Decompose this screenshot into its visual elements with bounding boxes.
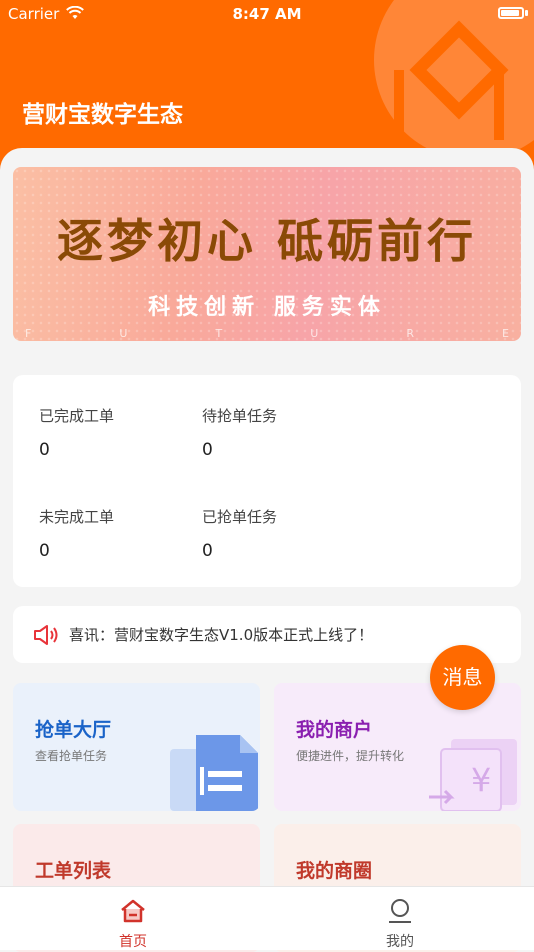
tile-my-merchants[interactable]: 我的商户 便捷进件，提升转化 ¥: [274, 683, 521, 811]
tab-label: 我的: [386, 934, 414, 950]
banner-letter: F: [25, 327, 32, 340]
stat-incomplete-orders[interactable]: 未完成工单 0: [39, 506, 199, 561]
stat-label: 已抢单任务: [202, 508, 278, 526]
speaker-icon: [34, 625, 58, 645]
message-button[interactable]: 消息: [430, 645, 495, 710]
header-decoration-bar: [394, 70, 404, 140]
tab-bar: 首页 我的: [0, 886, 534, 950]
status-bar: Carrier 8:47 AM: [0, 0, 534, 28]
stat-label: 已完成工单: [39, 407, 115, 425]
stat-label: 待抢单任务: [202, 407, 278, 425]
banner-letter: T: [215, 327, 223, 340]
stat-pending-grab-tasks[interactable]: 待抢单任务 0: [202, 405, 362, 460]
stats-card: 已完成工单 0 待抢单任务 0 未完成工单 0 已抢单任务 0: [13, 375, 521, 587]
tile-title: 工单列表: [35, 860, 112, 882]
banner-future-letters: F U T U R E: [13, 327, 521, 340]
stat-value: 0: [202, 440, 213, 460]
home-icon: [121, 899, 145, 923]
promo-banner[interactable]: 逐梦初心 砥砺前行 科技创新 服务实体 F U T U R E: [13, 167, 521, 341]
tile-title: 抢单大厅: [35, 719, 112, 741]
stat-value: 0: [202, 541, 213, 561]
profile-icon: [389, 899, 411, 923]
header-decoration-bar: [494, 70, 504, 140]
stat-completed-orders[interactable]: 已完成工单 0: [39, 405, 199, 460]
yuan-transfer-icon: ¥: [429, 739, 517, 811]
banner-letter: U: [310, 327, 319, 340]
tile-desc: 便捷进件，提升转化: [296, 749, 405, 763]
document-icon: [170, 735, 258, 811]
banner-letter: U: [119, 327, 128, 340]
tab-mine[interactable]: 我的: [340, 887, 460, 951]
banner-title: 逐梦初心 砥砺前行: [56, 214, 477, 268]
tile-grab-orders-hall[interactable]: 抢单大厅 查看抢单任务: [13, 683, 260, 811]
stat-value: 0: [39, 541, 50, 561]
tile-desc: 查看抢单任务: [35, 749, 108, 763]
tab-label: 首页: [119, 934, 147, 950]
banner-letter: R: [406, 327, 414, 340]
svg-text:¥: ¥: [471, 761, 491, 799]
banner-letter: E: [502, 327, 509, 340]
stat-label: 未完成工单: [39, 508, 115, 526]
stat-grabbed-tasks[interactable]: 已抢单任务 0: [202, 506, 362, 561]
stat-value: 0: [39, 440, 50, 460]
status-time: 8:47 AM: [232, 5, 302, 23]
page-title: 营财宝数字生态: [22, 102, 183, 128]
battery-nub: [525, 10, 528, 16]
tab-home[interactable]: 首页: [73, 887, 193, 951]
announcement-text: 喜讯：营财宝数字生态V1.0版本正式上线了！: [69, 626, 374, 644]
tile-title: 我的商户: [296, 719, 373, 741]
battery-icon: [498, 7, 524, 19]
banner-subtitle: 科技创新 服务实体: [148, 295, 386, 320]
tile-title: 我的商圈: [296, 860, 373, 882]
